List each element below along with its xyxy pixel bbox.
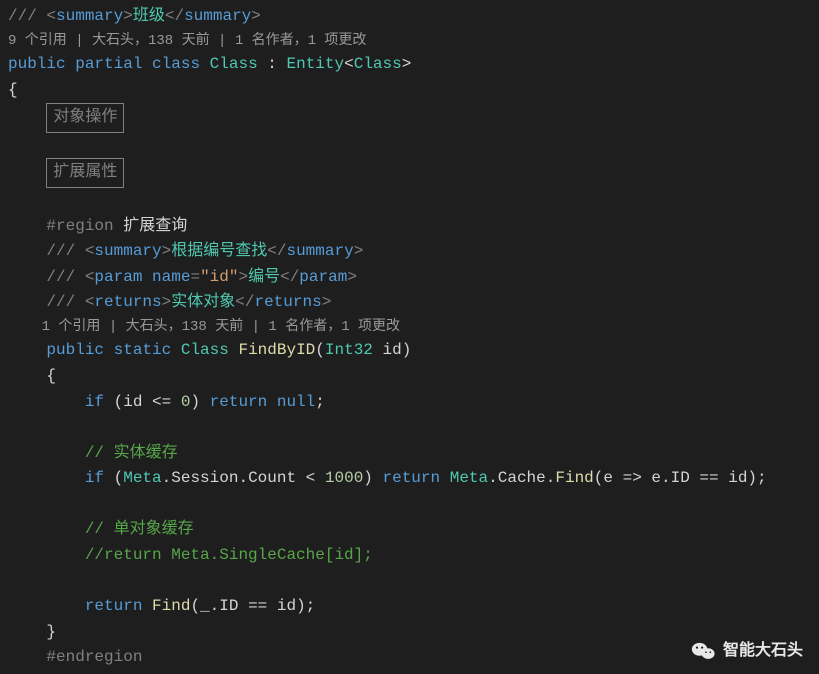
region-start[interactable]: #region 扩展查询 — [8, 214, 811, 240]
doc-comment-4: /// <returns>实体对象</returns> — [8, 290, 811, 316]
method-declaration[interactable]: public static Class FindByID(Int32 id) — [8, 338, 811, 364]
class-declaration[interactable]: public partial class Class : Entity<Clas… — [8, 52, 811, 78]
if-guard[interactable]: if (id <= 0) return null; — [8, 390, 811, 416]
collapsed-region-2[interactable]: 扩展属性 — [8, 158, 811, 188]
wechat-icon — [691, 640, 715, 662]
doc-comment-summary: /// <summary>班级</summary> — [8, 4, 811, 30]
collapsed-region-1[interactable]: 对象操作 — [8, 103, 811, 133]
brace-open: { — [8, 78, 811, 104]
watermark-text: 智能大石头 — [723, 638, 803, 664]
comment-entity-cache: // 实体缓存 — [8, 441, 811, 467]
doc-comment-3: /// <param name="id">编号</param> — [8, 265, 811, 291]
return-find[interactable]: return Find(_.ID == id); — [8, 594, 811, 620]
watermark: 智能大石头 — [691, 638, 803, 664]
comment-single-cache: // 单对象缓存 — [8, 517, 811, 543]
comment-disabled-return: //return Meta.SingleCache[id]; — [8, 543, 811, 569]
method-brace-open: { — [8, 364, 811, 390]
if-cache[interactable]: if (Meta.Session.Count < 1000) return Me… — [8, 466, 811, 492]
doc-comment-2: /// <summary>根据编号查找</summary> — [8, 239, 811, 265]
codelens-method[interactable]: 1 个引用 | 大石头，138 天前 | 1 名作者，1 项更改 — [8, 316, 811, 338]
codelens-class[interactable]: 9 个引用 | 大石头，138 天前 | 1 名作者，1 项更改 — [8, 30, 811, 52]
